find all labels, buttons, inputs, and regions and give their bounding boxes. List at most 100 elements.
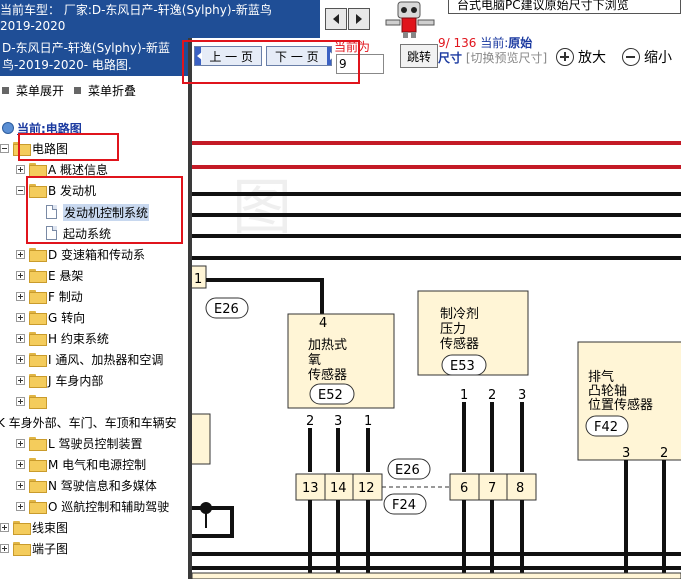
sensor1-pin: 2 — [306, 414, 314, 429]
vehicle-title: 当前车型： 厂家:D-东风日产-轩逸(Sylphy)-新蓝鸟 2019-2020 — [0, 0, 320, 38]
sensor2-name-line1: 制冷剂 — [440, 307, 479, 322]
expand-icon[interactable] — [16, 354, 25, 364]
app-window: 当前车型： 厂家:D-东风日产-轩逸(Sylphy)-新蓝鸟 2019-2020… — [0, 0, 681, 579]
expand-icon[interactable] — [16, 459, 25, 469]
tree-item-n[interactable]: N 驾驶信息和多媒体 — [16, 475, 157, 495]
wiring-diagram[interactable]: 图 1 E26 4 加热式 氧 传感器 E52 2 3 1 制冷剂 压力 传感器… — [185, 88, 681, 579]
zoom-out-icon — [622, 48, 640, 66]
junction-pin: 7 — [488, 481, 496, 496]
expand-icon[interactable] — [16, 396, 25, 406]
left-panel-header: D-东风日产-轩逸(Sylphy)-新蓝 鸟-2019-2020- 电路图. — [0, 38, 190, 76]
tree-item-terminal[interactable]: 端子图 — [0, 538, 68, 558]
tree-item-k[interactable]: K 车身外部、车门、车顶和车辆安 — [0, 412, 177, 432]
original-size-text: 原始 — [508, 36, 533, 50]
vehicle-title-line1: 当前车型： 厂家:D-东风日产-轩逸(Sylphy)-新蓝鸟 — [0, 3, 272, 17]
folder-icon — [29, 353, 47, 367]
collapse-all-label: 菜单折叠 — [88, 84, 137, 98]
tree-item-label: L 驾驶员控制装置 — [48, 436, 143, 451]
folder-icon — [29, 311, 47, 325]
switch-preview-label: [切换预览尺寸] — [465, 51, 548, 65]
folder-icon — [29, 248, 47, 262]
jump-button[interactable]: 跳转 — [400, 44, 438, 68]
sensor3-pin: 2 — [660, 446, 668, 461]
scroll-left-button[interactable] — [325, 8, 347, 30]
sensor2-name-line3: 传感器 — [440, 336, 479, 352]
right-arrow-icon — [356, 14, 362, 24]
highlight-box — [182, 40, 360, 84]
connector-tag-label: E26 — [395, 463, 420, 478]
size-text: 尺寸 — [438, 51, 463, 65]
collapse-icon[interactable] — [16, 185, 25, 195]
sensor1-name-line3: 传感器 — [308, 367, 347, 383]
sensor2-pin: 1 — [460, 388, 468, 403]
globe-icon — [2, 122, 14, 134]
scroll-right-button[interactable] — [348, 8, 370, 30]
sensor1-pin: 3 — [334, 414, 342, 429]
expand-icon[interactable] — [16, 291, 25, 301]
mascot-icon — [385, 1, 435, 41]
sensor1-top-pin: 4 — [319, 316, 327, 331]
square-bullet-icon — [2, 87, 9, 94]
expand-icon[interactable] — [0, 543, 9, 553]
tree-item-f[interactable]: F 制动 — [16, 286, 83, 306]
expand-icon[interactable] — [16, 375, 25, 385]
tree-item-m[interactable]: M 电气和电源控制 — [16, 454, 146, 474]
tree-item-g[interactable]: G 转向 — [16, 307, 85, 327]
highlight-box — [26, 176, 183, 244]
sensor1-name-line2: 氧 — [308, 353, 321, 368]
tree-item-label: 端子图 — [32, 541, 69, 556]
switch-preview-link[interactable]: 尺寸 [切换预览尺寸] — [438, 50, 548, 66]
sensor2-pin: 2 — [488, 388, 496, 403]
tree-item-harness[interactable]: 线束图 — [0, 517, 68, 537]
expand-all-label: 菜单展开 — [16, 84, 65, 98]
left-header-line1: D-东风日产-轩逸(Sylphy)-新蓝 — [2, 41, 170, 55]
current-mode-label: 当前: — [480, 36, 509, 50]
zoom-out-label: 缩小 — [644, 50, 672, 66]
expand-icon[interactable] — [16, 333, 25, 343]
expand-icon[interactable] — [16, 501, 25, 511]
sensor3-name-line1: 排气 — [588, 369, 614, 385]
expand-icon[interactable] — [16, 312, 25, 322]
expand-icon[interactable] — [16, 249, 25, 259]
expand-icon[interactable] — [16, 164, 25, 174]
collapse-icon[interactable] — [0, 143, 9, 153]
expand-all-button[interactable]: 菜单展开 — [2, 82, 64, 99]
tree-item-e[interactable]: E 悬架 — [16, 265, 83, 285]
sensor1-name-line1: 加热式 — [308, 338, 347, 353]
folder-icon — [13, 521, 31, 535]
zoom-in-button[interactable]: 放大 — [556, 46, 606, 68]
expand-icon[interactable] — [16, 438, 25, 448]
component-fragment — [185, 413, 211, 465]
zoom-out-button[interactable]: 缩小 — [622, 46, 672, 68]
tree-item-label: I 通风、加热器和空调 — [48, 352, 164, 367]
tree-item-label: N 驾驶信息和多媒体 — [48, 478, 157, 493]
sensor3-name-line3: 位置传感器 — [588, 397, 653, 413]
promo-banner: 台式电脑PC建议原始尺寸下浏览 — [448, 0, 681, 14]
tree-item-i[interactable]: I 通风、加热器和空调 — [16, 349, 163, 369]
folder-icon — [29, 479, 47, 493]
tree-item-d[interactable]: D 变速箱和传动系 — [16, 244, 145, 264]
sensor3-pin: 3 — [622, 446, 630, 461]
highlight-box — [18, 133, 119, 161]
page-counter: 9/ 136 当前:原始 — [438, 34, 532, 51]
vehicle-title-line2: 2019-2020 — [0, 19, 66, 33]
sensor1-pin: 1 — [364, 414, 372, 429]
tree-item-label: 线束图 — [32, 520, 69, 535]
tree-item-h[interactable]: H 约束系统 — [16, 328, 109, 348]
expand-icon[interactable] — [16, 270, 25, 280]
page-current: 9 — [438, 36, 446, 50]
expand-icon[interactable] — [16, 480, 25, 490]
collapse-all-button[interactable]: 菜单折叠 — [74, 82, 136, 99]
tree-item-label: K 车身外部、车门、车顶和车辆安 — [0, 415, 177, 430]
tree-item-l[interactable]: L 驾驶员控制装置 — [16, 433, 143, 453]
expand-icon[interactable] — [0, 522, 9, 532]
connector-tag-label: E26 — [214, 302, 239, 317]
tree-item-label: O 巡航控制和辅助驾驶 — [48, 499, 170, 514]
tree-item-label: G 转向 — [48, 310, 86, 325]
folder-icon — [29, 374, 47, 388]
tree-item-j[interactable]: J 车身内部 — [16, 370, 103, 390]
tree-item-label: F 制动 — [48, 289, 83, 304]
tree-item-blank[interactable] — [16, 391, 48, 411]
tree-item-o[interactable]: O 巡航控制和辅助驾驶 — [16, 496, 169, 516]
sensor3-name-line2: 凸轮轴 — [588, 384, 627, 399]
